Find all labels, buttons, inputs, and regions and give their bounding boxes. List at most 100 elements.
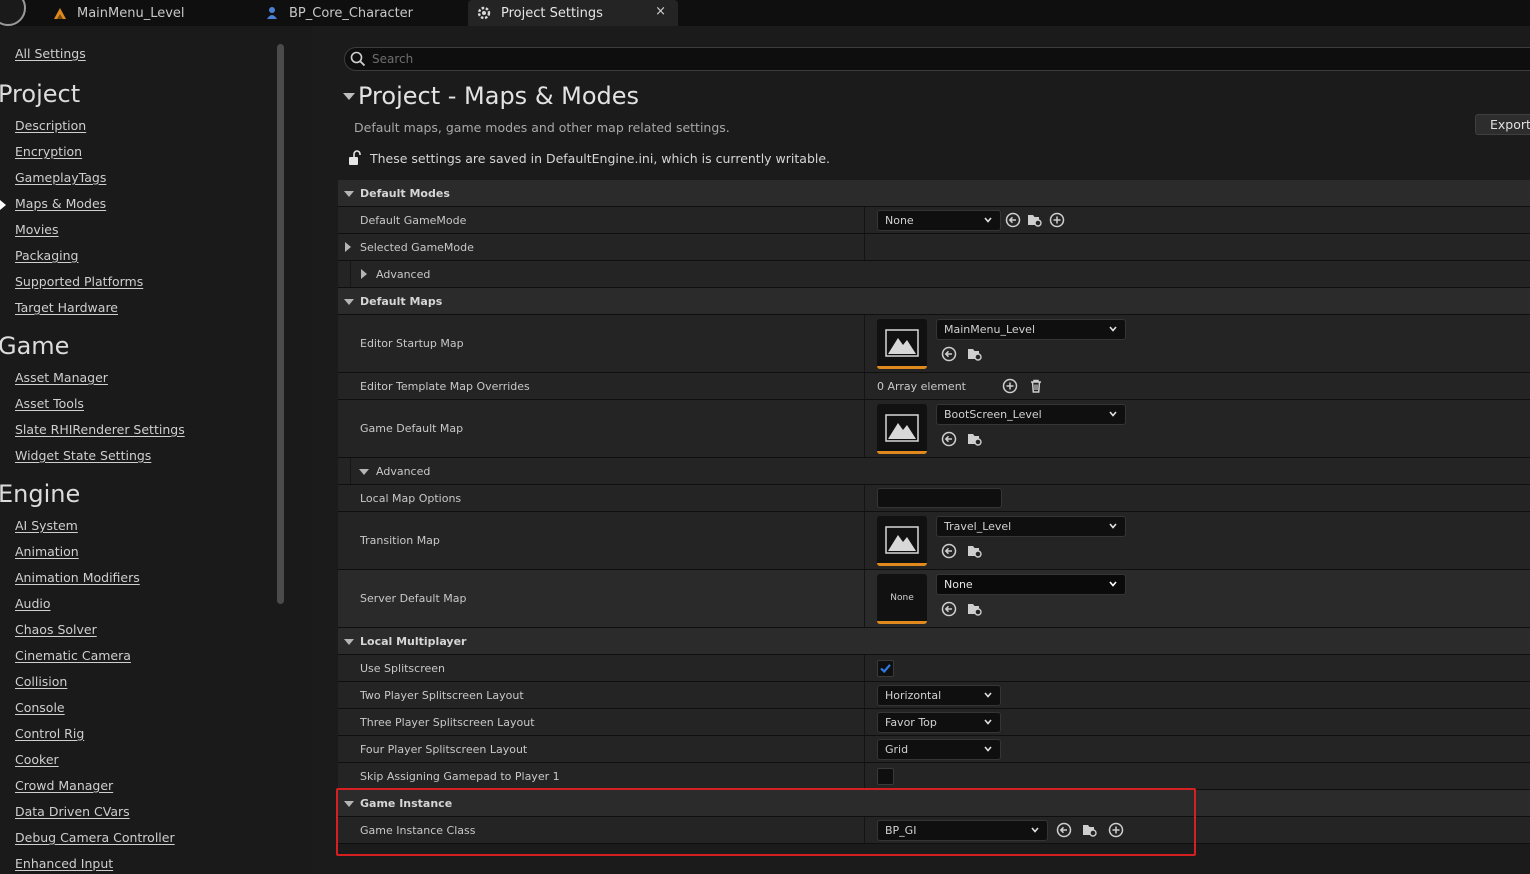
nav-item-audio[interactable]: Audio <box>15 596 51 611</box>
property-row-selected-gamemode[interactable]: Selected GameMode <box>338 234 1530 261</box>
nav-item-debug-camera-controller[interactable]: Debug Camera Controller <box>15 830 175 845</box>
expand-arrow-icon[interactable] <box>359 469 369 475</box>
nav-item-chaos-solver[interactable]: Chaos Solver <box>15 622 97 637</box>
game-default-map-combo[interactable]: BootScreen_Level <box>936 404 1126 425</box>
close-tab-button[interactable]: × <box>655 4 666 19</box>
nav-item-crowd-manager[interactable]: Crowd Manager <box>15 778 113 793</box>
add-new-icon[interactable] <box>1108 822 1124 838</box>
nav-item-enhanced-input[interactable]: Enhanced Input <box>15 856 113 871</box>
chevron-down-icon <box>984 746 992 752</box>
nav-item-animation[interactable]: Animation <box>15 544 79 559</box>
default-gamemode-combo[interactable]: None <box>877 210 1001 231</box>
expand-arrow-icon[interactable] <box>344 191 354 197</box>
use-selected-icon[interactable] <box>941 346 957 362</box>
use-selected-icon[interactable] <box>941 543 957 559</box>
expand-arrow-icon[interactable] <box>344 639 354 645</box>
nav-category-game: Game <box>0 332 70 360</box>
search-input[interactable] <box>372 50 1472 68</box>
three-player-layout-combo[interactable]: Favor Top <box>877 712 1001 733</box>
nav-item-asset-tools[interactable]: Asset Tools <box>15 396 84 411</box>
skip-gamepad-checkbox[interactable] <box>877 768 894 785</box>
use-selected-icon[interactable] <box>1056 822 1072 838</box>
combo-value: BootScreen_Level <box>944 408 1042 421</box>
category-label: Local Multiplayer <box>360 635 467 648</box>
nav-item-control-rig[interactable]: Control Rig <box>15 726 84 741</box>
nav-item-slate-rhirenderer[interactable]: Slate RHIRenderer Settings <box>15 422 185 437</box>
nav-item-movies[interactable]: Movies <box>15 222 59 237</box>
nav-item-description[interactable]: Description <box>15 118 86 133</box>
use-splitscreen-checkbox[interactable] <box>877 660 894 677</box>
nav-item-ai-system[interactable]: AI System <box>15 518 78 533</box>
property-row-game-instance-class: Game Instance Class BP_GI <box>338 817 1530 844</box>
expand-arrow-icon[interactable] <box>344 801 354 807</box>
search-box <box>344 47 1530 71</box>
nav-scrollbar[interactable] <box>277 44 284 604</box>
nav-item-cooker[interactable]: Cooker <box>15 752 59 767</box>
property-label: Use Splitscreen <box>360 662 446 675</box>
nav-item-animation-modifiers[interactable]: Animation Modifiers <box>15 570 140 585</box>
nav-item-supported-platforms[interactable]: Supported Platforms <box>15 274 143 289</box>
property-row-two-player-layout: Two Player Splitscreen Layout Horizontal <box>338 682 1530 709</box>
tab-mainmenu-level[interactable]: MainMenu_Level <box>52 0 252 26</box>
category-default-modes[interactable]: Default Modes <box>338 180 1530 207</box>
property-row-advanced-maps[interactable]: Advanced <box>338 458 1530 485</box>
category-local-multiplayer[interactable]: Local Multiplayer <box>338 628 1530 655</box>
nav-item-widget-state[interactable]: Widget State Settings <box>15 448 151 463</box>
nav-item-maps-modes[interactable]: Maps & Modes <box>15 196 106 211</box>
nav-item-collision[interactable]: Collision <box>15 674 67 689</box>
property-row-advanced-modes[interactable]: Advanced <box>338 261 1530 288</box>
two-player-layout-combo[interactable]: Horizontal <box>877 685 1001 706</box>
add-new-icon[interactable] <box>1049 212 1065 228</box>
export-button[interactable]: Export... <box>1475 114 1530 135</box>
nav-item-target-hardware[interactable]: Target Hardware <box>15 300 118 315</box>
use-selected-icon[interactable] <box>1005 212 1021 228</box>
nav-item-console[interactable]: Console <box>15 700 65 715</box>
page-title: Project - Maps & Modes <box>358 82 640 110</box>
property-label: Skip Assigning Gamepad to Player 1 <box>360 770 560 783</box>
category-label: Default Maps <box>360 295 443 308</box>
browse-folder-icon[interactable] <box>967 346 983 362</box>
nav-item-data-driven-cvars[interactable]: Data Driven CVars <box>15 804 130 819</box>
browse-folder-icon[interactable] <box>967 543 983 559</box>
nav-item-gameplaytags[interactable]: GameplayTags <box>15 170 106 185</box>
property-label: Game Instance Class <box>360 824 476 837</box>
property-row-editor-startup-map: Editor Startup Map MainMenu_Level <box>338 315 1530 373</box>
trash-icon[interactable] <box>1028 378 1044 394</box>
nav-item-encryption[interactable]: Encryption <box>15 144 82 159</box>
unreal-logo-icon[interactable] <box>0 0 26 26</box>
collapse-section-icon[interactable] <box>343 93 355 100</box>
tab-bp-core-character[interactable]: BP_Core_Character <box>264 0 464 26</box>
expand-arrow-icon[interactable] <box>344 299 354 305</box>
four-player-layout-combo[interactable]: Grid <box>877 739 1001 760</box>
nav-item-packaging[interactable]: Packaging <box>15 248 78 263</box>
browse-folder-icon[interactable] <box>1082 822 1098 838</box>
tab-project-settings[interactable]: Project Settings × <box>468 0 678 26</box>
level-icon <box>52 5 68 21</box>
browse-folder-icon[interactable] <box>967 601 983 617</box>
use-selected-icon[interactable] <box>941 431 957 447</box>
expand-arrow-icon[interactable] <box>361 269 367 279</box>
property-label: Three Player Splitscreen Layout <box>360 716 535 729</box>
server-default-map-combo[interactable]: None <box>936 574 1126 595</box>
add-element-icon[interactable] <box>1002 378 1018 394</box>
category-game-instance[interactable]: Game Instance <box>338 790 1530 817</box>
game-instance-class-combo[interactable]: BP_GI <box>877 820 1048 841</box>
browse-folder-icon[interactable] <box>967 431 983 447</box>
nav-item-asset-manager[interactable]: Asset Manager <box>15 370 108 385</box>
property-label: Four Player Splitscreen Layout <box>360 743 528 756</box>
map-thumbnail[interactable] <box>877 404 927 454</box>
nav-item-cinematic-camera[interactable]: Cinematic Camera <box>15 648 131 663</box>
nav-all-settings[interactable]: All Settings <box>15 46 86 61</box>
expand-arrow-icon[interactable] <box>345 242 351 252</box>
category-default-maps[interactable]: Default Maps <box>338 288 1530 315</box>
browse-folder-icon[interactable] <box>1027 212 1043 228</box>
use-selected-icon[interactable] <box>941 601 957 617</box>
local-map-options-input[interactable] <box>877 488 1002 508</box>
transition-map-combo[interactable]: Travel_Level <box>936 516 1126 537</box>
editor-startup-map-combo[interactable]: MainMenu_Level <box>936 319 1126 340</box>
property-label: Server Default Map <box>360 592 467 605</box>
map-thumbnail[interactable] <box>877 516 927 566</box>
chevron-down-icon <box>1031 827 1039 833</box>
map-thumbnail[interactable]: None <box>877 574 927 624</box>
map-thumbnail[interactable] <box>877 319 927 369</box>
